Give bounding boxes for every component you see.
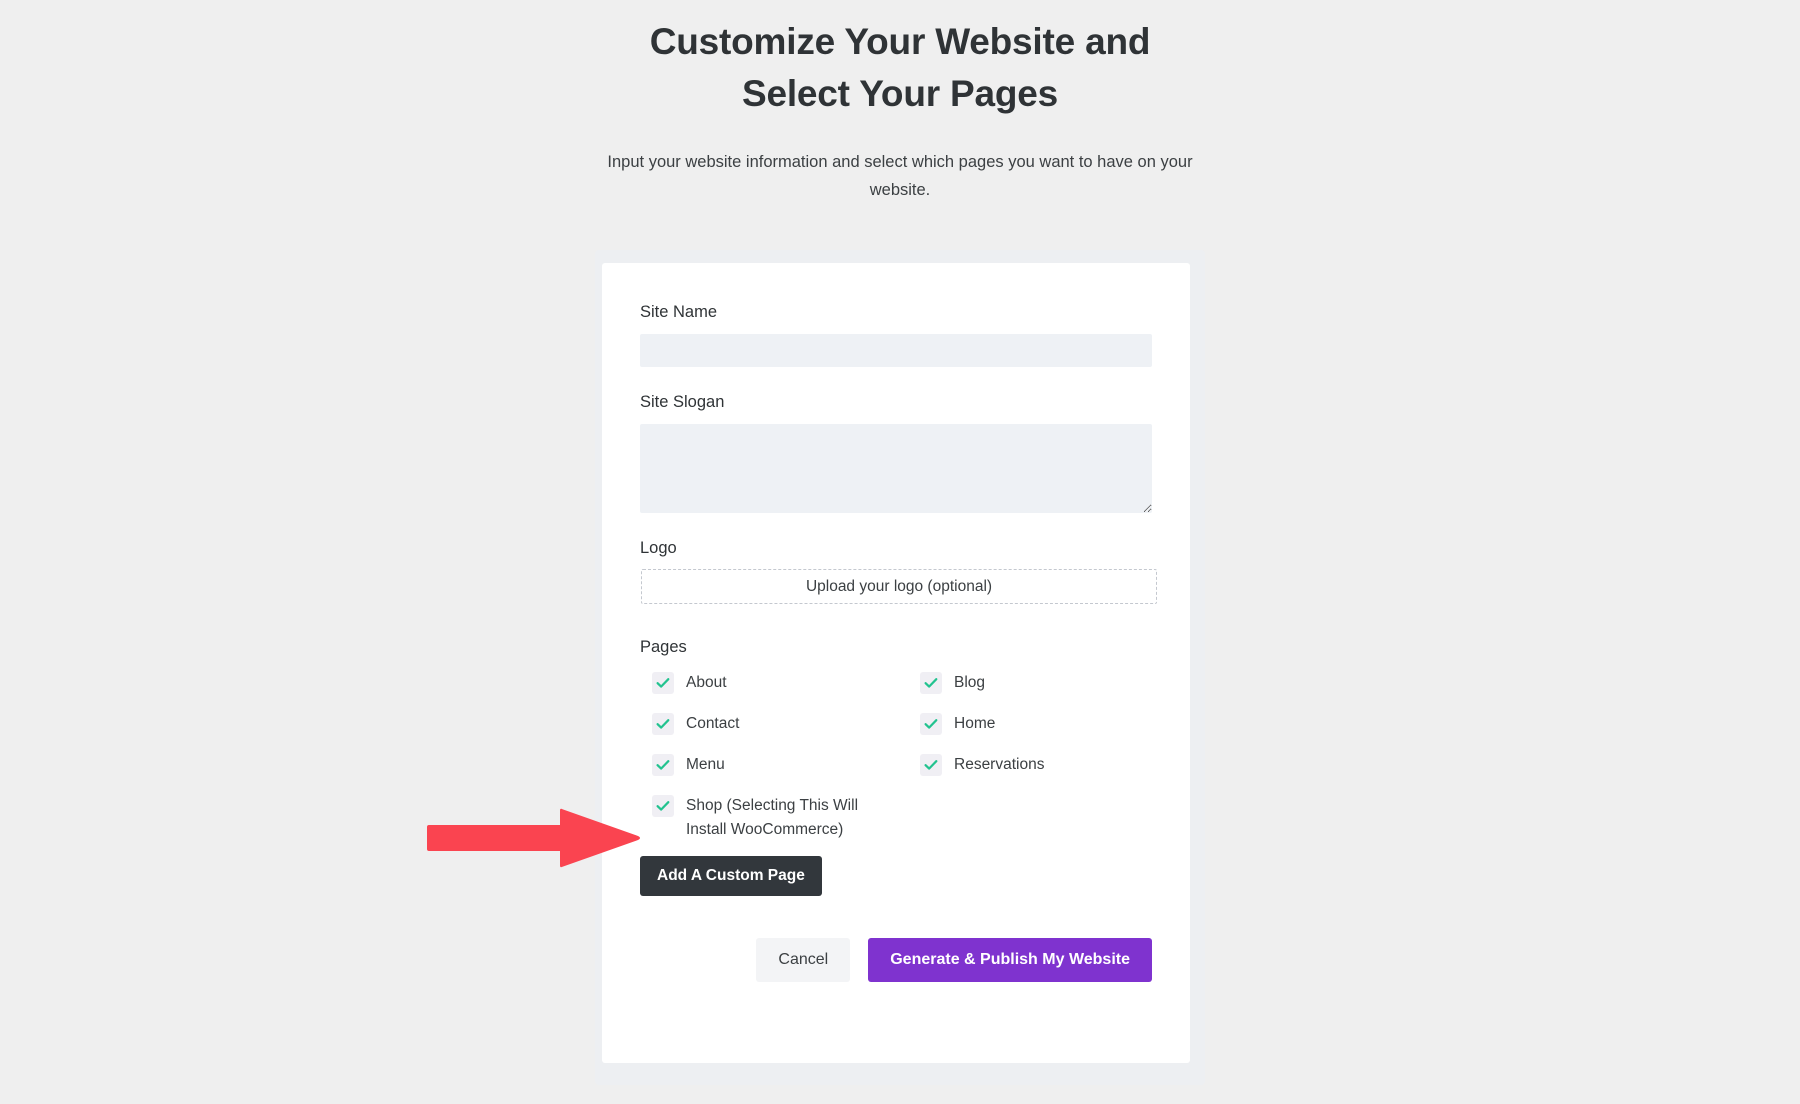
add-custom-page-button[interactable]: Add A Custom Page bbox=[640, 856, 822, 896]
page-label: Contact bbox=[686, 715, 740, 732]
add-custom-page-row: Add A Custom Page bbox=[640, 856, 1152, 896]
pages-label: Pages bbox=[640, 638, 687, 656]
site-slogan-textarea[interactable] bbox=[640, 424, 1152, 513]
checkbox-checked-icon[interactable] bbox=[652, 754, 674, 776]
page-label: Shop (Selecting This Will Install WooCom… bbox=[686, 797, 859, 838]
page-checkbox-about[interactable]: About bbox=[652, 671, 892, 712]
page-checkbox-blog[interactable]: Blog bbox=[920, 671, 1160, 712]
pages-section: Pages About Blog Contact Home Menu Reser… bbox=[640, 638, 1152, 842]
site-name-field-group: Site Name bbox=[640, 301, 1152, 367]
form-actions: Cancel Generate & Publish My Website bbox=[640, 938, 1152, 982]
checkbox-checked-icon[interactable] bbox=[652, 672, 674, 694]
pages-checkbox-grid: About Blog Contact Home Menu Reservation… bbox=[652, 671, 1152, 842]
checkbox-checked-icon[interactable] bbox=[920, 672, 942, 694]
page-label: Menu bbox=[686, 756, 725, 773]
checkbox-checked-icon[interactable] bbox=[652, 713, 674, 735]
generate-publish-button[interactable]: Generate & Publish My Website bbox=[868, 938, 1152, 982]
page-checkbox-menu[interactable]: Menu bbox=[652, 753, 892, 794]
page-label: Blog bbox=[954, 674, 986, 691]
site-name-label: Site Name bbox=[640, 303, 718, 321]
site-slogan-field-group: Site Slogan bbox=[640, 391, 1152, 513]
header: Customize Your Website and Select Your P… bbox=[0, 0, 1800, 204]
checkbox-checked-icon[interactable] bbox=[920, 754, 942, 776]
logo-label: Logo bbox=[640, 539, 677, 557]
site-name-input[interactable] bbox=[640, 334, 1152, 367]
page-checkbox-home[interactable]: Home bbox=[920, 712, 1160, 753]
customize-form-card: Site Name Site Slogan Logo Upload your l… bbox=[602, 263, 1190, 1063]
logo-upload-label: Upload your logo (optional) bbox=[805, 577, 993, 595]
page-label: Reservations bbox=[954, 756, 1045, 773]
page-subtitle: Input your website information and selec… bbox=[607, 153, 1193, 199]
page-checkbox-contact[interactable]: Contact bbox=[652, 712, 892, 753]
checkbox-checked-icon[interactable] bbox=[652, 795, 674, 817]
site-slogan-label: Site Slogan bbox=[640, 393, 725, 411]
page-checkbox-reservations[interactable]: Reservations bbox=[920, 753, 1160, 794]
cancel-button[interactable]: Cancel bbox=[756, 938, 851, 982]
logo-field-group: Logo Upload your logo (optional) bbox=[640, 537, 1157, 604]
checkbox-checked-icon[interactable] bbox=[920, 713, 942, 735]
page-label: About bbox=[686, 674, 727, 691]
page-checkbox-shop[interactable]: Shop (Selecting This Will Install WooCom… bbox=[652, 794, 892, 842]
page-title: Customize Your Website and Select Your P… bbox=[649, 21, 1151, 114]
page-root: Customize Your Website and Select Your P… bbox=[0, 0, 1800, 1104]
page-label: Home bbox=[954, 715, 996, 732]
logo-upload-dropzone[interactable]: Upload your logo (optional) bbox=[641, 569, 1157, 604]
